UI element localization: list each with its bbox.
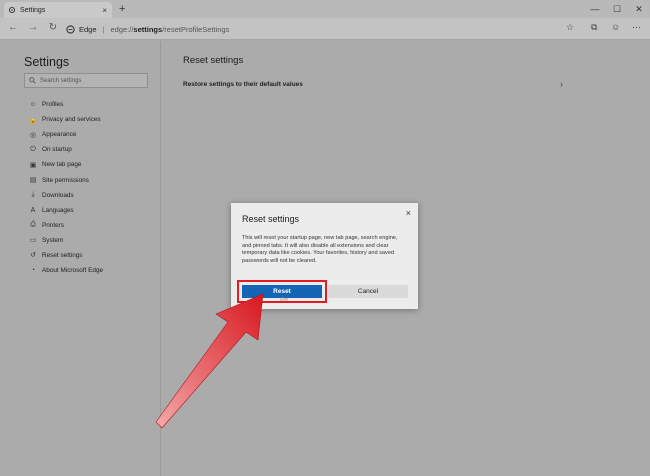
address-bar[interactable]: Edge | edge://settings/resetProfileSetti… bbox=[66, 21, 586, 37]
cancel-button[interactable]: Cancel bbox=[328, 285, 408, 298]
sidebar-item-about-microsoft-edge[interactable]: ◔ About Microsoft Edge bbox=[28, 263, 103, 278]
sidebar-item-label: Languages bbox=[42, 206, 74, 214]
download-icon: ⤓ bbox=[31, 191, 35, 199]
power-icon: ⏻ bbox=[30, 145, 36, 153]
dialog-buttons: Reset Cancel bbox=[237, 280, 408, 303]
sidebar-item-label: About Microsoft Edge bbox=[42, 267, 104, 275]
new-tab-button[interactable]: + bbox=[119, 3, 125, 15]
restore-defaults-row[interactable]: Restore settings to their default values… bbox=[183, 77, 563, 91]
sidebar-item-downloads[interactable]: ⤓ Downloads bbox=[28, 188, 103, 203]
sidebar-item-label: New tab page bbox=[42, 161, 82, 169]
address-bar-row: ← → ↻ Edge | edge://settings/resetProfil… bbox=[0, 18, 650, 40]
sidebar-item-printers[interactable]: ⎙ Printers bbox=[28, 218, 103, 233]
sidebar-item-label: Privacy and services bbox=[42, 116, 101, 124]
favorite-star-icon[interactable]: ☆ bbox=[566, 22, 574, 33]
edge-logo-icon bbox=[66, 24, 75, 34]
tab-title: Settings bbox=[20, 6, 46, 14]
restore-defaults-label: Restore settings to their default values bbox=[183, 80, 303, 88]
tab-close-icon[interactable]: × bbox=[102, 6, 107, 15]
printer-icon: ⎙ bbox=[30, 221, 36, 229]
sidebar-item-label: Printers bbox=[42, 221, 65, 229]
search-placeholder: Search settings bbox=[40, 77, 82, 84]
url-separator: | bbox=[102, 24, 105, 34]
brand-label: Edge bbox=[79, 24, 97, 34]
person-icon: ☺ bbox=[29, 101, 37, 109]
appearance-icon: ◎ bbox=[29, 131, 37, 139]
sidebar-item-privacy-and-services[interactable]: 🔒 Privacy and services bbox=[28, 112, 103, 127]
sidebar-item-profiles[interactable]: ☺ Profiles bbox=[28, 97, 103, 112]
forward-icon[interactable]: → bbox=[26, 22, 40, 33]
sidebar-title: Settings bbox=[24, 55, 70, 69]
dialog-body: This will reset your startup page, new t… bbox=[242, 235, 398, 265]
lock-icon: 🔒 bbox=[28, 116, 38, 124]
chevron-right-icon: › bbox=[560, 79, 563, 89]
sidebar-divider bbox=[160, 41, 161, 476]
tab-strip: Settings × + — ☐ ✕ bbox=[0, 0, 650, 18]
collections-icon[interactable]: ⧉ bbox=[591, 22, 597, 33]
window-controls: — ☐ ✕ bbox=[584, 0, 650, 18]
languages-icon: A bbox=[30, 206, 36, 214]
page-title: Reset settings bbox=[183, 55, 244, 66]
more-menu-icon[interactable]: ⋯ bbox=[632, 22, 641, 33]
back-icon[interactable]: ← bbox=[6, 22, 20, 33]
gear-icon bbox=[8, 6, 16, 14]
search-input[interactable]: Search settings bbox=[24, 73, 148, 88]
close-window-button[interactable]: ✕ bbox=[628, 0, 650, 18]
sidebar-item-appearance[interactable]: ◎ Appearance bbox=[28, 127, 103, 142]
sidebar-item-label: On startup bbox=[42, 146, 72, 154]
dialog-close-icon[interactable]: × bbox=[406, 208, 411, 218]
url-suffix: /resetProfileSettings bbox=[162, 24, 230, 34]
url-prefix: edge:// bbox=[110, 24, 134, 34]
sidebar-item-label: Profiles bbox=[42, 101, 64, 109]
tab-settings[interactable]: Settings × bbox=[4, 2, 112, 18]
edge-icon: ◔ bbox=[30, 267, 36, 275]
reset-icon: ↺ bbox=[30, 252, 36, 260]
profile-icon[interactable]: ☺ bbox=[611, 22, 620, 32]
permissions-icon: ▤ bbox=[29, 177, 37, 185]
system-icon: ▭ bbox=[29, 237, 37, 245]
sidebar-nav: ☺ Profiles 🔒 Privacy and services ◎ Appearanc… bbox=[28, 97, 103, 278]
reset-dialog: Reset settings × This will reset your st… bbox=[231, 203, 418, 309]
dialog-title: Reset settings bbox=[242, 214, 300, 224]
sidebar-item-site-permissions[interactable]: ▤ Site permissions bbox=[28, 172, 103, 187]
sidebar-item-system[interactable]: ▭ System bbox=[28, 233, 103, 248]
click-hint: 点击 bbox=[280, 296, 288, 301]
settings-sidebar: Settings Search settings ☺ Profiles 🔒 Priva… bbox=[0, 41, 160, 476]
arrow-shape bbox=[155, 293, 264, 429]
newtab-icon: ▣ bbox=[29, 161, 37, 169]
sidebar-item-reset-settings[interactable]: ↺ Reset settings bbox=[28, 248, 103, 263]
sidebar-item-on-startup[interactable]: ⏻ On startup bbox=[28, 142, 103, 157]
sidebar-item-label: System bbox=[42, 236, 64, 244]
sidebar-item-new-tab-page[interactable]: ▣ New tab page bbox=[28, 157, 103, 172]
url-bold: settings bbox=[133, 24, 163, 34]
sidebar-item-label: Site permissions bbox=[42, 176, 89, 184]
search-icon bbox=[29, 77, 36, 84]
minimize-button[interactable]: — bbox=[584, 0, 606, 18]
sidebar-item-label: Reset settings bbox=[42, 251, 83, 259]
refresh-icon[interactable]: ↻ bbox=[46, 22, 60, 33]
maximize-button[interactable]: ☐ bbox=[606, 0, 628, 18]
sidebar-item-label: Appearance bbox=[42, 131, 77, 139]
sidebar-item-languages[interactable]: A Languages bbox=[28, 203, 103, 218]
sidebar-item-label: Downloads bbox=[42, 191, 74, 199]
